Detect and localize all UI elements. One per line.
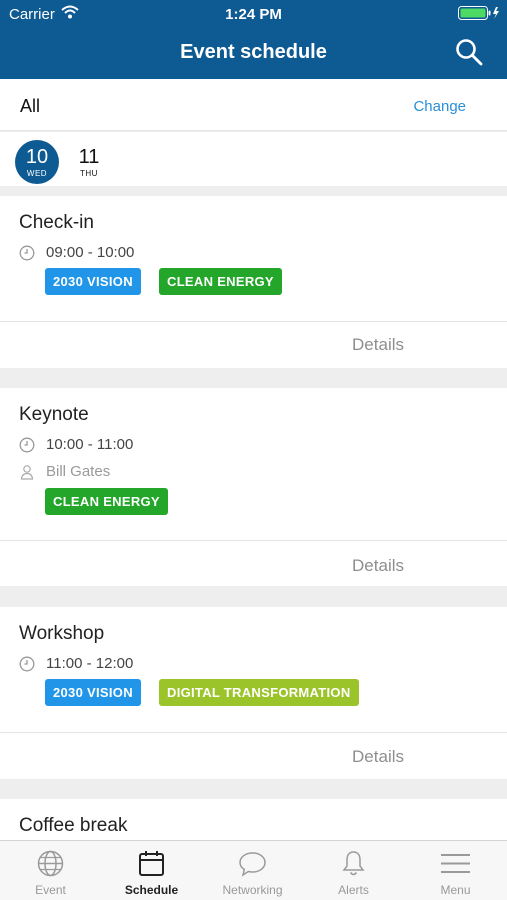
session-speaker: Bill Gates	[46, 463, 111, 480]
tag-badge: CLEAN ENERGY	[45, 488, 168, 515]
status-bar: Carrier 1:24 PM	[0, 0, 507, 28]
globe-icon	[37, 850, 64, 877]
tab-label: Menu	[440, 883, 471, 897]
day-tab[interactable]: 11 THU	[67, 140, 111, 184]
session-card[interactable]: Check-in 09:00 - 10:00 2030 VISION CLEAN…	[0, 196, 507, 368]
tab-label: Event	[35, 883, 66, 897]
page-title: Event schedule	[180, 41, 327, 63]
chat-bubble-icon	[239, 852, 266, 877]
session-title: Check-in	[19, 212, 94, 233]
details-button[interactable]: Details	[352, 556, 404, 576]
details-button[interactable]: Details	[352, 747, 404, 767]
tab-label: Alerts	[338, 883, 369, 897]
session-card[interactable]: Workshop 11:00 - 12:00 2030 VISION DIGIT…	[0, 607, 507, 779]
divider	[0, 732, 507, 733]
clock-icon	[19, 437, 35, 453]
session-title: Workshop	[19, 623, 105, 644]
tab-event[interactable]: Event	[0, 841, 101, 900]
tab-label: Schedule	[124, 883, 179, 897]
tab-networking[interactable]: Networking	[202, 841, 303, 900]
tab-alerts[interactable]: Alerts	[303, 841, 404, 900]
tab-schedule[interactable]: Schedule	[101, 841, 202, 900]
clock-icon	[19, 245, 35, 261]
day-number: 10	[25, 146, 49, 168]
day-selector: 10 WED 11 THU	[0, 132, 507, 186]
divider	[0, 540, 507, 541]
status-time: 1:24 PM	[225, 6, 282, 23]
divider	[0, 321, 507, 322]
filter-bar: All Change	[0, 79, 507, 131]
tab-label: Networking	[222, 883, 283, 897]
clock-icon	[19, 656, 35, 672]
tag-badge: DIGITAL TRANSFORMATION	[159, 679, 359, 706]
bell-icon	[342, 851, 365, 876]
tag-badge: 2030 VISION	[45, 679, 141, 706]
details-button[interactable]: Details	[352, 335, 404, 355]
session-time: 11:00 - 12:00	[46, 655, 134, 672]
hamburger-menu-icon	[441, 854, 470, 873]
session-title: Coffee break	[19, 815, 128, 836]
session-card[interactable]: Keynote 10:00 - 11:00 Bill Gates CLEAN E…	[0, 388, 507, 586]
tab-menu[interactable]: Menu	[405, 841, 506, 900]
tag-badge: CLEAN ENERGY	[159, 268, 282, 295]
day-tab-selected[interactable]: 10 WED	[15, 140, 59, 184]
tag-badge: 2030 VISION	[45, 268, 141, 295]
day-weekday: WED	[26, 169, 48, 178]
change-filter-button[interactable]: Change	[413, 98, 466, 115]
session-time: 09:00 - 10:00	[46, 244, 135, 261]
session-card[interactable]: Coffee break	[0, 799, 507, 840]
search-icon[interactable]	[455, 38, 483, 66]
app-header: Carrier 1:24 PM Event schedule	[0, 0, 507, 79]
session-time: 10:00 - 11:00	[46, 436, 134, 453]
day-number: 11	[78, 146, 100, 168]
tab-bar: Event Schedule Networking Alerts Menu	[0, 840, 507, 900]
session-title: Keynote	[19, 404, 89, 425]
calendar-icon	[139, 851, 164, 876]
person-icon	[20, 465, 34, 480]
battery-charging-icon	[458, 6, 499, 20]
day-weekday: THU	[80, 169, 98, 178]
filter-label: All	[20, 96, 41, 116]
